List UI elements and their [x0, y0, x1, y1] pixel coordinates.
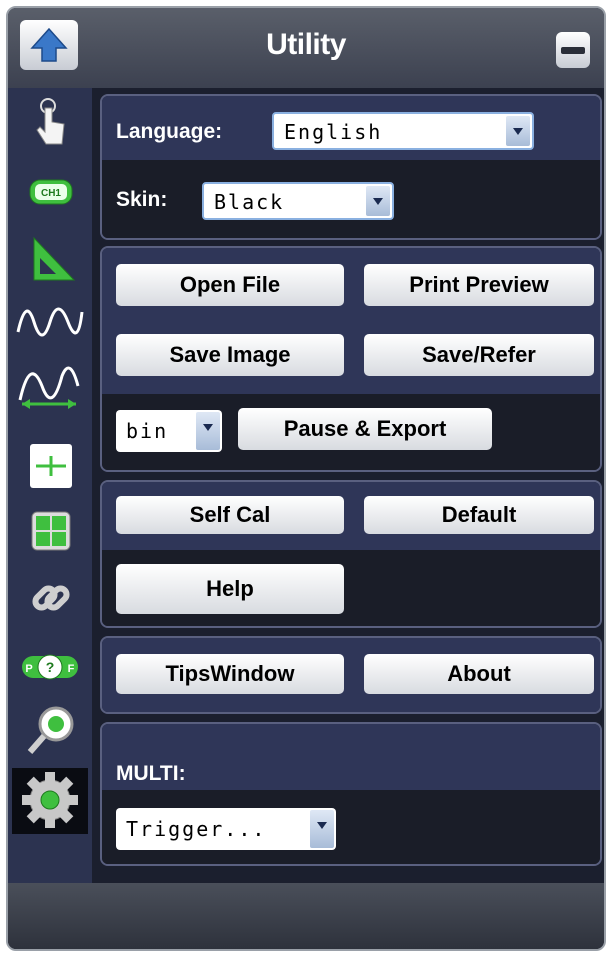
language-select[interactable]: English: [272, 112, 534, 150]
system-panel: Self Cal Default Help: [100, 480, 602, 628]
skin-select[interactable]: Black: [202, 182, 394, 220]
skin-label: Skin:: [116, 188, 168, 211]
chevron-down-icon: [366, 186, 390, 216]
window-title: Utility: [266, 28, 346, 61]
self-cal-button[interactable]: Self Cal: [116, 496, 344, 534]
help-button[interactable]: Help: [116, 564, 344, 614]
format-value: bin: [126, 419, 169, 443]
utility-content: Language: English Skin: Black Open File …: [92, 88, 604, 883]
svg-text:?: ?: [46, 659, 55, 675]
link-icon[interactable]: [12, 570, 88, 628]
minus-icon: [561, 47, 585, 54]
chevron-down-icon: [310, 810, 334, 848]
language-skin-panel: Language: English Skin: Black: [100, 94, 602, 240]
sidebar: CH1 ? P F: [8, 88, 92, 883]
save-refer-button[interactable]: Save/Refer: [364, 334, 594, 376]
multi-value: Trigger...: [126, 817, 267, 841]
open-file-button[interactable]: Open File: [116, 264, 344, 306]
svg-text:F: F: [68, 663, 75, 675]
chevron-down-icon: [196, 412, 220, 450]
utility-window: Utility CH1 ? P F Language: English Skin…: [6, 6, 606, 951]
format-select[interactable]: bin: [116, 410, 222, 452]
svg-text:CH1: CH1: [41, 188, 61, 199]
multi-select[interactable]: Trigger...: [116, 808, 336, 850]
title-bar: Utility: [8, 8, 604, 88]
pass-fail-icon[interactable]: ? P F: [12, 636, 88, 694]
touch-icon[interactable]: [12, 94, 88, 152]
wave-icon[interactable]: [12, 292, 88, 350]
calculator-icon[interactable]: [12, 504, 88, 562]
default-button[interactable]: Default: [364, 496, 594, 534]
info-panel: TipsWindow About: [100, 636, 602, 714]
svg-text:P: P: [25, 663, 32, 675]
save-image-button[interactable]: Save Image: [116, 334, 344, 376]
channel-icon[interactable]: CH1: [12, 162, 88, 220]
multi-panel: MULTI: Trigger...: [100, 722, 602, 866]
chevron-down-icon: [506, 116, 530, 146]
tips-window-button[interactable]: TipsWindow: [116, 654, 344, 694]
language-label: Language:: [116, 120, 223, 143]
skin-value: Black: [214, 190, 285, 214]
print-preview-button[interactable]: Print Preview: [364, 264, 594, 306]
ruler-icon[interactable]: [12, 230, 88, 288]
minimize-button[interactable]: [556, 32, 590, 68]
language-value: English: [284, 120, 383, 144]
file-panel: Open File Print Preview Save Image Save/…: [100, 246, 602, 472]
status-bar: [8, 883, 604, 949]
zoom-icon[interactable]: [12, 702, 88, 760]
pause-export-button[interactable]: Pause & Export: [238, 408, 492, 450]
multi-label: MULTI:: [116, 762, 186, 785]
cursor-icon[interactable]: [12, 438, 88, 496]
settings-gear-icon[interactable]: [12, 768, 88, 834]
wave-measure-icon[interactable]: [12, 356, 88, 414]
about-button[interactable]: About: [364, 654, 594, 694]
